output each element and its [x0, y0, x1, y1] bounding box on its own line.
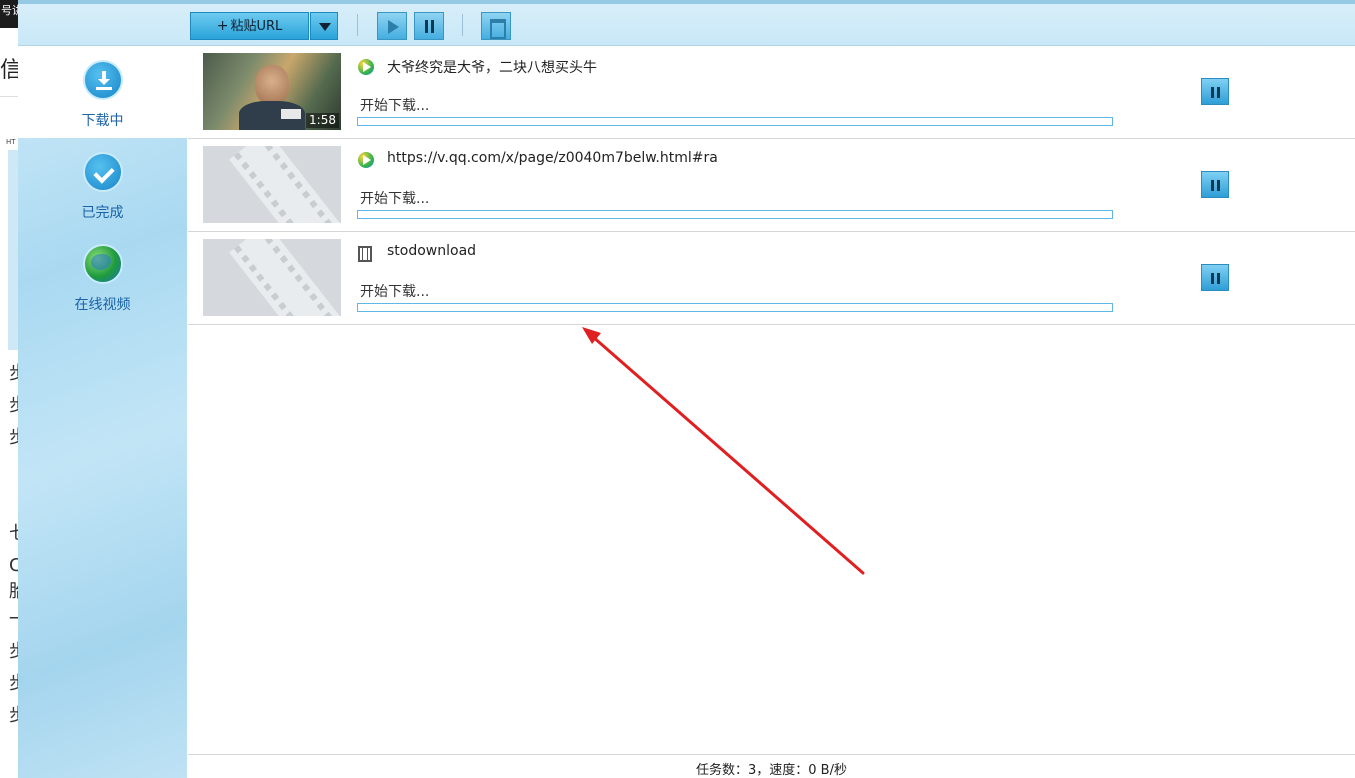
toolbar-separator — [357, 14, 358, 36]
download-row[interactable]: https://v.qq.com/x/page/z0040m7belw.html… — [188, 139, 1355, 232]
background-text-line: 步 — [9, 674, 18, 694]
background-window-titlebar: 号讲 — [0, 0, 18, 28]
background-text-line: 一 — [9, 610, 18, 630]
download-title: 大爷终究是大爷，二块八想买头牛 — [387, 60, 597, 76]
download-progress-bar — [357, 210, 1113, 219]
download-progress-bar — [357, 117, 1113, 126]
sidebar-item-label: 在线视频 — [74, 297, 131, 313]
background-text-line: 步 — [9, 364, 18, 384]
toolbar-separator — [462, 14, 463, 36]
sidebar-item-online-video[interactable]: 在线视频 — [18, 230, 187, 322]
download-icon — [82, 60, 123, 100]
background-text-line: 步 — [9, 396, 18, 416]
download-row[interactable]: 1:58 大爷终究是大爷，二块八想买头牛 开始下载... — [188, 46, 1355, 139]
sidebar-item-completed[interactable]: 已完成 — [18, 138, 187, 230]
background-window: 号讲 信 HT 步 步 步 七 C 胎 一 步 步 步 — [0, 0, 18, 778]
pause-download-button[interactable] — [1201, 78, 1229, 105]
status-bar: 任务数：3，速度：0 B/秒 — [188, 754, 1355, 778]
background-window-heading: 信 — [0, 58, 18, 83]
plus-icon: + — [216, 18, 229, 34]
download-status: 开始下载... — [360, 191, 430, 207]
start-all-button[interactable] — [377, 12, 407, 40]
paste-url-dropdown-button[interactable] — [310, 12, 338, 40]
placeholder-thumbnail — [203, 146, 341, 223]
background-divider — [0, 96, 18, 97]
status-bar-text: 任务数：3，速度：0 B/秒 — [696, 763, 847, 778]
sidebar: 下载中 已完成 在线视频 — [18, 46, 187, 778]
download-status: 开始下载... — [360, 284, 430, 300]
video-duration: 1:58 — [306, 113, 339, 128]
background-text-line: 步 — [9, 706, 18, 726]
placeholder-thumbnail — [203, 239, 341, 316]
downloader-window: + 粘贴URL 下载中 已完成 在线视频 1:58 大爷终究是大爷，二块八想买头… — [18, 0, 1355, 778]
background-text-line: 步 — [9, 428, 18, 448]
film-icon — [358, 246, 372, 262]
sidebar-item-label: 已完成 — [81, 205, 124, 221]
paste-url-button[interactable]: + 粘贴URL — [190, 12, 309, 40]
background-panel — [8, 150, 18, 350]
background-small-text: HT — [6, 138, 16, 146]
window-top-border — [18, 0, 1355, 4]
video-thumbnail: 1:58 — [203, 53, 341, 130]
pause-download-button[interactable] — [1201, 171, 1229, 198]
delete-button[interactable] — [481, 12, 511, 40]
check-circle-icon — [82, 152, 123, 192]
sidebar-item-label: 下载中 — [81, 113, 124, 129]
download-list: 1:58 大爷终究是大爷，二块八想买头牛 开始下载... https://v.q… — [188, 46, 1355, 754]
paste-url-label: 粘贴URL — [230, 19, 283, 34]
globe-icon — [82, 244, 123, 284]
background-text-line: 胎 — [9, 582, 18, 602]
background-text-line: 步 — [9, 642, 18, 662]
tencent-video-icon — [358, 59, 374, 75]
download-title: stodownload — [387, 243, 477, 259]
pause-download-button[interactable] — [1201, 264, 1229, 291]
tencent-video-icon — [358, 152, 374, 168]
download-progress-bar — [357, 303, 1113, 312]
download-title: https://v.qq.com/x/page/z0040m7belw.html… — [387, 150, 718, 166]
background-text-line: 七 — [9, 524, 18, 544]
sidebar-item-downloading[interactable]: 下载中 — [18, 46, 187, 138]
download-status: 开始下载... — [360, 98, 430, 114]
toolbar: + 粘贴URL — [18, 0, 1355, 46]
background-text-line: C — [9, 555, 18, 576]
download-row[interactable]: stodownload 开始下载... — [188, 232, 1355, 325]
pause-all-button[interactable] — [414, 12, 444, 40]
